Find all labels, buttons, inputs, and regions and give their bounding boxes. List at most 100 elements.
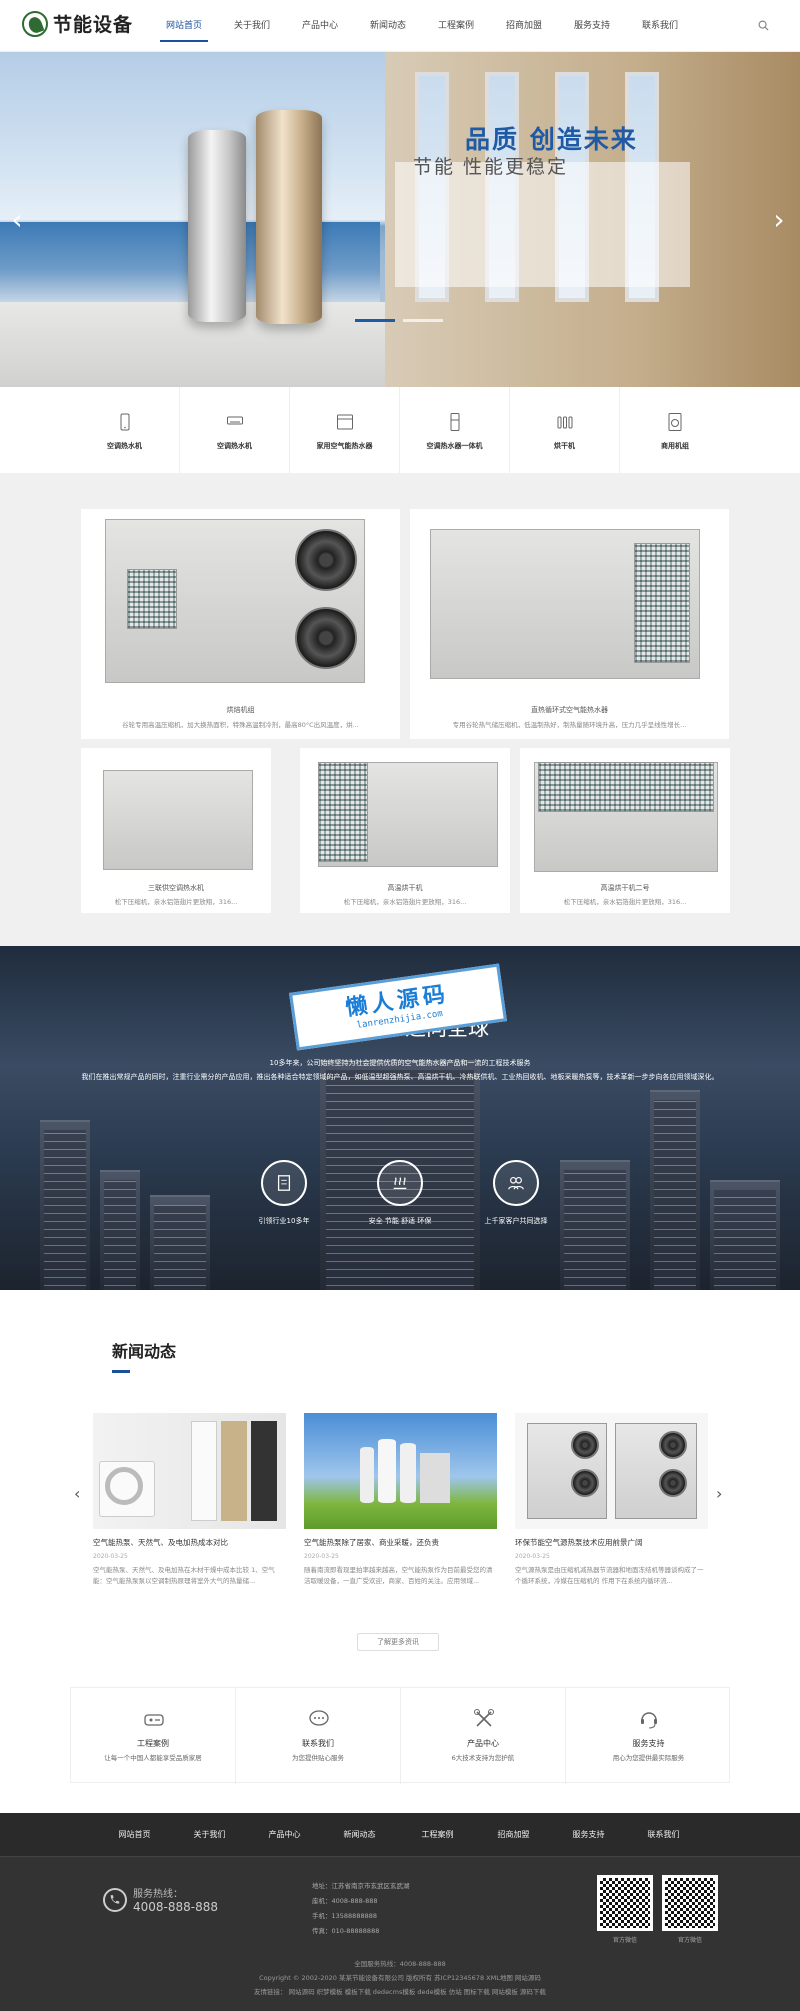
feature-item: 安全 节能 舒适 环保 [340,1160,460,1226]
footer-nav-products[interactable]: 产品中心 [247,1813,322,1857]
product-image [410,509,729,699]
nav-item-franchise[interactable]: 招商加盟 [490,0,558,52]
footer-mobile: 手机：13588888888 [312,1912,377,1920]
footer-friend-links[interactable]: 友情链接： 网站源码 织梦模板 模板下载 dedecms模板 dede模板 仿站… [0,1986,800,1996]
news-card[interactable]: 空气能热泵、天然气、及电加热成本对比 2020-03-25 空气能热泵、天然气、… [93,1413,286,1587]
quick-title: 工程案例 [137,1739,169,1748]
banner-slogan-main: 品质 创造未来 [465,125,638,154]
feature-label: 安全 节能 舒适 环保 [368,1217,432,1225]
quick-link-cases[interactable]: 工程案例 让每一个中国人都能享受品质家居 [71,1688,236,1784]
radiator-icon [557,416,573,429]
quick-sub: 让每一个中国人都能享受品质家居 [104,1754,202,1762]
product-title: 烘焙机组 [226,706,255,714]
more-news-button[interactable]: 了解更多资讯 [357,1633,439,1651]
nav-item-news[interactable]: 新闻动态 [354,0,422,52]
fridge-icon [450,413,460,431]
feature-label: 引领行业10多年 [258,1217,310,1225]
category-label: 家用空气能热水器 [316,442,373,450]
feature-item: 上千家客户共同选择 [456,1160,576,1226]
heading-underline [112,1370,130,1373]
nav-item-contact[interactable]: 联系我们 [626,0,694,52]
air-conditioner-icon [227,416,243,425]
news-date: 2020-03-25 [515,1553,550,1560]
building-image [40,1120,90,1290]
footer-nav-franchise[interactable]: 招商加盟 [476,1813,551,1857]
heat-wave-icon [377,1160,423,1206]
news-title: 空气能热泵、天然气、及电加热成本对比 [93,1538,228,1547]
category-label: 商用机组 [661,442,689,450]
product-card[interactable]: 三联供空调热水机 松下压缩机，亲水铝箔翅片更放翔，316... [81,748,271,913]
quick-link-support[interactable]: 服务支持 用心为您提供最实际服务 [566,1688,731,1784]
qr-code-image [662,1875,718,1931]
nav-item-support[interactable]: 服务支持 [558,0,626,52]
product-image [81,748,271,878]
footer-nav-home[interactable]: 网站首页 [97,1813,172,1857]
category-item[interactable]: 空调热水器一体机 [400,387,510,473]
footer-nav-news[interactable]: 新闻动态 [322,1813,397,1857]
news-image [304,1413,497,1529]
qr-label: 官方微信 [677,1937,702,1944]
category-item[interactable]: 空调热水机 [70,387,180,473]
footer-nav-support[interactable]: 服务支持 [551,1813,626,1857]
quick-link-products[interactable]: 产品中心 6大技术支持为您护航 [401,1688,566,1784]
product-card[interactable]: 高温烘干机 松下压缩机，亲水铝箔翅片更放翔，316... [300,748,510,913]
banner-slogan-sub: 节能 性能更稳定 [413,156,569,178]
water-tank-gold [256,110,322,324]
product-title: 高温烘干机二号 [600,884,650,892]
news-desc: 空气能热泵、天然气、及电加热在木材干燥中成本比较 1、空气能：空气能热泵泵以空调… [93,1566,275,1585]
news-card[interactable]: 空气能热泵除了居家、商业采暖，还负责 2020-03-25 随着南流即看现里拍率… [304,1413,497,1587]
product-desc: 松下压缩机，亲水铝箔翅片更放翔，316... [114,898,238,906]
product-card[interactable]: 高温烘干机二号 松下压缩机，亲水铝箔翅片更放翔，316... [520,748,730,913]
support-icon [641,1712,657,1729]
news-prev-arrow-icon[interactable]: ‹ [74,1484,80,1503]
site-header: 节能设备 网站首页 关于我们 产品中心 新闻动态 工程案例 招商加盟 服务支持 … [0,0,800,52]
nav-item-products[interactable]: 产品中心 [286,0,354,52]
category-strip: 空调热水机 空调热水机 家用空气能热水器 空调热水器一体机 烘干机 商用机组 [0,387,800,473]
category-item[interactable]: 家用空气能热水器 [290,387,400,473]
product-desc: 谷轮专用高温压缩机，加大换热面积，特殊高温制冷剂，最高80°C出风温度，烘... [122,721,359,729]
product-section: 烘焙机组 谷轮专用高温压缩机，加大换热面积，特殊高温制冷剂，最高80°C出风温度… [0,473,800,946]
tools-icon [474,1709,494,1727]
product-card[interactable]: 烘焙机组 谷轮专用高温压缩机，加大换热面积，特殊高温制冷剂，最高80°C出风温度… [81,509,400,739]
quick-title: 联系我们 [302,1739,334,1748]
category-label: 空调热水机 [217,442,252,450]
leaf-logo-icon [22,10,48,37]
category-item[interactable]: 商用机组 [620,387,730,473]
category-item[interactable]: 烘干机 [510,387,620,473]
slide-dot[interactable] [355,319,395,322]
feature-label: 上千家客户共同选择 [484,1217,548,1225]
about-detail: 我们在推出常规产品的同时，注重行业需分的产品应用，推出各种适合特定领域的产品，如… [81,1073,719,1081]
news-image [515,1413,708,1529]
logo[interactable]: 节能设备 [22,10,133,37]
quick-link-contact[interactable]: 联系我们 为您提供贴心服务 [236,1688,401,1784]
category-label: 空调热水机 [107,442,142,450]
quick-title: 服务支持 [632,1739,665,1748]
footer-nav-about[interactable]: 关于我们 [172,1813,247,1857]
product-card[interactable]: 直热循环式空气能热水器 专用谷轮热气储压缩机，低温制热好，制热量随环境升高，压力… [410,509,729,739]
document-icon [261,1160,307,1206]
nav-item-cases[interactable]: 工程案例 [422,0,490,52]
footer-address: 地址：江苏省南京市玄武区玄武湖 [312,1882,410,1890]
category-item[interactable]: 空调热水机 [180,387,290,473]
search-icon[interactable] [758,20,769,31]
nav-item-home[interactable]: 网站首页 [150,0,218,52]
footer-nav-contact[interactable]: 联系我们 [626,1813,701,1857]
news-card[interactable]: 环保节能空气源热泵技术应用前景广阔 2020-03-25 空气源热泵是由压缩机减… [515,1413,708,1587]
prev-slide-arrow-icon[interactable]: ‹ [8,202,26,238]
product-desc: 专用谷轮热气储压缩机，低温制热好，制热量随环境升高，压力几乎呈线性增长... [452,721,687,729]
feature-item: 引领行业10多年 [224,1160,344,1226]
users-icon [493,1160,539,1206]
next-slide-arrow-icon[interactable]: › [770,202,788,238]
news-next-arrow-icon[interactable]: › [716,1484,722,1503]
news-image [93,1413,286,1529]
product-title: 直热循环式空气能热水器 [531,706,608,714]
news-date: 2020-03-25 [304,1553,339,1560]
footer-nav-cases[interactable]: 工程案例 [400,1813,475,1857]
slide-dot[interactable] [403,319,443,322]
fan-image [295,607,357,669]
news-desc: 随着南流即看现里拍率越来越高，空气能热泵作为目前最受您的清洁取暖设备，一直广受欢… [304,1566,493,1585]
building-image [100,1170,140,1290]
product-image [520,748,730,878]
nav-item-about[interactable]: 关于我们 [218,0,286,52]
slogan-panel [395,162,690,287]
